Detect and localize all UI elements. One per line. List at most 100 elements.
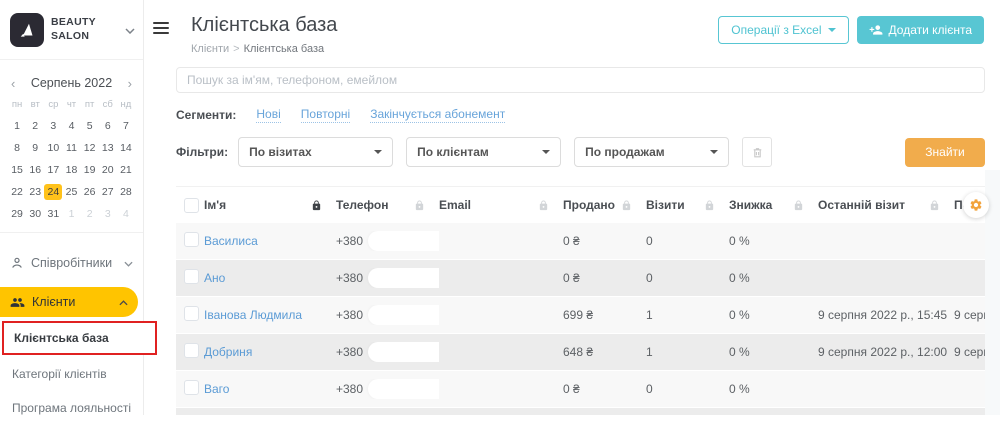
calendar-day[interactable]: 21 xyxy=(117,162,135,178)
client-name-link[interactable]: Ваго xyxy=(204,382,229,396)
table-row[interactable]: Василиса+3800 ₴00 % xyxy=(176,223,985,259)
client-name-link[interactable]: Добриня xyxy=(204,345,252,359)
calendar-day[interactable]: 30 xyxy=(26,206,44,222)
row-checkbox[interactable] xyxy=(184,380,199,395)
client-name-link[interactable]: Іванова Людмила xyxy=(204,308,302,322)
calendar-day[interactable]: 6 xyxy=(99,118,117,134)
calendar-day[interactable]: 8 xyxy=(8,140,26,156)
calendar-day[interactable]: 3 xyxy=(99,206,117,222)
segment-subscription-ending-link[interactable]: Закінчується абонемент xyxy=(370,107,505,123)
calendar-day[interactable]: 14 xyxy=(117,140,135,156)
filter-select-visits[interactable]: По візитах xyxy=(238,137,393,167)
column-header-visits[interactable]: Візити xyxy=(646,198,729,212)
calendar-day[interactable]: 27 xyxy=(99,184,117,200)
calendar-day[interactable]: 1 xyxy=(62,206,80,222)
sidebar-item-employees[interactable]: Співробітники xyxy=(0,247,143,279)
last-cell: 9 серпня 2022 р., 15:45 xyxy=(818,308,954,322)
person-icon xyxy=(10,256,24,270)
sidebar-item-client-base[interactable]: Клієнтська база xyxy=(2,321,157,355)
filter-select-value: По візитах xyxy=(249,145,312,159)
search-input[interactable] xyxy=(176,67,985,93)
column-header-email[interactable]: Email xyxy=(439,198,563,212)
row-checkbox[interactable] xyxy=(184,269,199,284)
calendar-day[interactable]: 31 xyxy=(44,206,62,222)
chevron-down-icon xyxy=(124,256,133,270)
column-header-last[interactable]: Останній візит xyxy=(818,198,954,212)
column-header-name[interactable]: Ім'я xyxy=(204,198,336,212)
column-settings-button[interactable] xyxy=(963,192,989,218)
calendar-day[interactable]: 17 xyxy=(44,162,62,178)
row-checkbox[interactable] xyxy=(184,306,199,321)
add-client-button[interactable]: Додати клієнта xyxy=(857,16,984,44)
chevron-down-icon[interactable] xyxy=(125,21,135,39)
calendar-day[interactable]: 23 xyxy=(26,184,44,200)
calendar-day[interactable]: 7 xyxy=(117,118,135,134)
calendar-prev-button[interactable]: ‹ xyxy=(11,77,15,90)
calendar-day[interactable]: 11 xyxy=(62,140,80,156)
calendar-day[interactable]: 13 xyxy=(99,140,117,156)
table-row[interactable]: Іванова Людмила+380699 ₴10 %9 серпня 202… xyxy=(176,297,985,333)
calendar-day[interactable]: 4 xyxy=(62,118,80,134)
calendar-day[interactable]: 25 xyxy=(62,184,80,200)
phone-cell: +380 xyxy=(336,305,439,325)
row-checkbox[interactable] xyxy=(184,232,199,247)
last-cell: 9 серпня 2022 р., 12:00 xyxy=(818,345,954,359)
header-checkbox[interactable] xyxy=(184,198,199,213)
sidebar-item-clients[interactable]: Клієнти xyxy=(0,287,138,317)
calendar-day[interactable]: 4 xyxy=(117,206,135,222)
calendar-day[interactable]: 22 xyxy=(8,184,26,200)
topbar: Клієнтська база Клієнти>Клієнтська база … xyxy=(144,0,1000,55)
column-header-discount[interactable]: Знижка xyxy=(729,198,818,212)
calendar-day[interactable]: 26 xyxy=(81,184,99,200)
lock-icon xyxy=(621,200,632,211)
segment-repeat-link[interactable]: Повторні xyxy=(301,107,350,123)
calendar-day[interactable]: 24 xyxy=(44,184,62,200)
calendar-day[interactable]: 10 xyxy=(44,140,62,156)
menu-toggle-icon[interactable] xyxy=(153,22,169,37)
table-row[interactable]: Ано+3800 ₴00 % xyxy=(176,260,985,296)
calendar-day[interactable]: 29 xyxy=(8,206,26,222)
calendar-weekday: ср xyxy=(44,99,62,112)
filter-select-sales[interactable]: По продажам xyxy=(574,137,729,167)
calendar-next-button[interactable]: › xyxy=(128,77,132,90)
table-header: Ім'я ТелефонEmailПроданоВізитиЗнижкаОстан… xyxy=(176,186,985,223)
excel-operations-button[interactable]: Операції з Excel xyxy=(718,16,848,44)
sidebar-item-label: Клієнти xyxy=(32,295,75,309)
column-header-phone[interactable]: Телефон xyxy=(336,198,439,212)
calendar-day[interactable]: 9 xyxy=(26,140,44,156)
table-row[interactable]: Ваго+3800 ₴00 % xyxy=(176,371,985,407)
calendar-day[interactable]: 1 xyxy=(8,118,26,134)
calendar-day[interactable]: 2 xyxy=(81,206,99,222)
column-label: Ім'я xyxy=(204,198,226,212)
sidebar-item-client-categories[interactable]: Категорії клієнтів xyxy=(0,357,143,391)
segments-label: Сегменти: xyxy=(176,108,236,122)
column-header-sold[interactable]: Продано xyxy=(563,198,646,212)
caret-down-icon xyxy=(374,150,382,154)
client-name-link[interactable]: Ано xyxy=(204,271,225,285)
calendar-day[interactable]: 5 xyxy=(81,118,99,134)
calendar-day[interactable]: 28 xyxy=(117,184,135,200)
sidebar-item-loyalty-program[interactable]: Програма лояльності xyxy=(0,391,143,425)
calendar-day[interactable]: 2 xyxy=(26,118,44,134)
row-checkbox[interactable] xyxy=(184,343,199,358)
find-button[interactable]: Знайти xyxy=(905,138,985,167)
calendar-day[interactable]: 12 xyxy=(81,140,99,156)
brand-header[interactable]: BEAUTY SALON xyxy=(0,0,143,60)
calendar-month-title: Серпень 2022 xyxy=(31,76,112,90)
row-checkbox-cell xyxy=(176,306,204,324)
segment-new-link[interactable]: Нові xyxy=(256,107,280,123)
calendar-day[interactable]: 18 xyxy=(62,162,80,178)
breadcrumb-clients[interactable]: Клієнти xyxy=(191,43,229,55)
filter-select-clients[interactable]: По клієнтам xyxy=(406,137,561,167)
calendar-day[interactable]: 16 xyxy=(26,162,44,178)
table-row[interactable]: Добриня+380648 ₴10 %9 серпня 2022 р., 12… xyxy=(176,334,985,370)
clear-filters-button[interactable] xyxy=(742,137,772,167)
calendar-day[interactable]: 20 xyxy=(99,162,117,178)
phone-prefix: +380 xyxy=(336,234,363,248)
calendar-day[interactable]: 3 xyxy=(44,118,62,134)
sold-cell: 0 ₴ xyxy=(563,382,646,396)
calendar-day[interactable]: 15 xyxy=(8,162,26,178)
calendar-day[interactable]: 19 xyxy=(81,162,99,178)
table-row[interactable]: Ведан+3800 ₴00 % xyxy=(176,408,985,415)
client-name-link[interactable]: Василиса xyxy=(204,234,258,248)
